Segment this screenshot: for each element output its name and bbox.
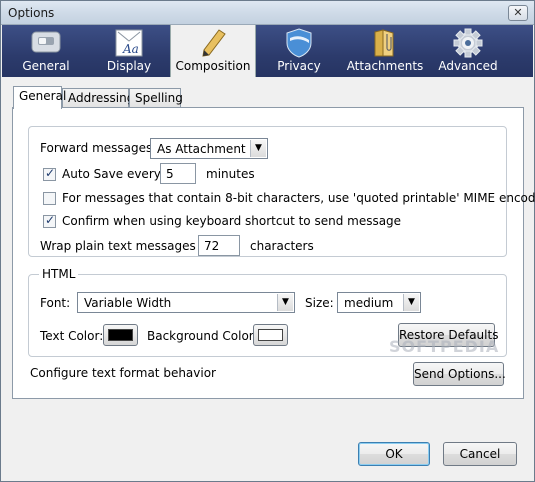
wrap-width-value: 72	[204, 239, 220, 253]
display-font-icon: Aa	[115, 29, 143, 57]
watermark: SOFTPEDIA	[389, 337, 500, 356]
wrap-unit: characters	[250, 239, 314, 253]
confirm-send-checkbox[interactable]	[43, 213, 56, 228]
forward-value: As Attachment	[157, 142, 246, 156]
gear-icon	[453, 28, 483, 58]
pane-composition-label: Composition	[175, 59, 251, 73]
pane-advanced[interactable]: Advanced	[428, 25, 508, 77]
shield-icon	[286, 28, 312, 58]
pane-composition[interactable]: Composition	[170, 25, 256, 77]
pane-display-label: Display	[106, 59, 152, 73]
pane-attachments[interactable]: Attachments	[342, 25, 428, 77]
size-value: medium	[344, 296, 394, 310]
pencil-icon	[202, 29, 226, 57]
folder-paperclip-icon	[374, 29, 394, 57]
chevron-down-icon: ▼	[250, 140, 266, 157]
cancel-label: Cancel	[459, 447, 501, 461]
title-bar: Options ✕	[1, 1, 534, 25]
chevron-down-icon: ▼	[403, 294, 419, 311]
forward-select[interactable]: As Attachment ▼	[150, 138, 268, 159]
autosave-minutes-input[interactable]: 5	[160, 163, 196, 184]
font-select[interactable]: Variable Width ▼	[77, 292, 295, 313]
tab-spelling[interactable]: Spelling	[129, 88, 183, 108]
size-label: Size:	[305, 296, 334, 310]
font-label: Font:	[40, 296, 71, 310]
close-icon: ✕	[513, 6, 523, 19]
confirm-send-label: Confirm when using keyboard shortcut to …	[62, 214, 402, 228]
forward-label: Forward messages:	[40, 141, 157, 155]
tab-general-label: General	[19, 89, 67, 103]
background-color-swatch	[258, 329, 283, 341]
preferences-toolbar: General Aa Display Composition Privacy A…	[2, 25, 533, 77]
background-color-button[interactable]	[253, 324, 288, 346]
quoted-printable-checkbox[interactable]	[43, 192, 56, 205]
pane-general-label: General	[22, 59, 70, 73]
tab-general[interactable]: General	[13, 86, 66, 109]
ok-label: OK	[385, 447, 403, 461]
quoted-printable-label: For messages that contain 8-bit characte…	[62, 191, 535, 205]
autosave-unit: minutes	[206, 167, 255, 181]
html-group-caption: HTML	[39, 267, 79, 281]
wrap-label: Wrap plain text messages at	[40, 239, 212, 253]
pane-display[interactable]: Aa Display	[88, 25, 170, 77]
text-color-swatch	[108, 329, 133, 341]
pane-privacy-label: Privacy	[277, 59, 321, 73]
svg-text:Aa: Aa	[122, 42, 139, 56]
format-label: Configure text format behavior	[30, 366, 216, 380]
font-value: Variable Width	[84, 296, 172, 310]
wrap-width-input[interactable]: 72	[198, 235, 240, 256]
composition-group: Forward messages: As Attachment ▼ Auto S…	[28, 126, 535, 257]
ok-button[interactable]: OK	[358, 442, 430, 466]
autosave-checkbox[interactable]	[43, 166, 56, 181]
send-options-label: Send Options...	[414, 367, 506, 381]
bg-color-label: Background Color:	[147, 329, 258, 343]
close-button[interactable]: ✕	[508, 5, 528, 21]
text-color-label: Text Color:	[40, 329, 104, 343]
text-color-button[interactable]	[103, 324, 138, 346]
pane-advanced-label: Advanced	[438, 59, 498, 73]
pane-attachments-label: Attachments	[346, 59, 424, 73]
pane-general[interactable]: General	[4, 25, 88, 77]
options-window: Options ✕ General Aa Display Composition…	[0, 0, 535, 482]
pane-privacy[interactable]: Privacy	[256, 25, 342, 77]
tab-addressing[interactable]: Addressing	[62, 88, 134, 108]
tab-spelling-label: Spelling	[135, 91, 183, 105]
send-options-button[interactable]: Send Options...	[413, 362, 506, 386]
general-switch-icon	[31, 31, 61, 53]
autosave-label: Auto Save every	[62, 167, 161, 181]
tab-addressing-label: Addressing	[68, 91, 135, 105]
autosave-minutes-value: 5	[166, 167, 174, 181]
chevron-down-icon: ▼	[277, 294, 293, 311]
size-select[interactable]: medium ▼	[337, 292, 421, 313]
cancel-button[interactable]: Cancel	[443, 442, 517, 466]
window-title: Options	[8, 6, 55, 20]
